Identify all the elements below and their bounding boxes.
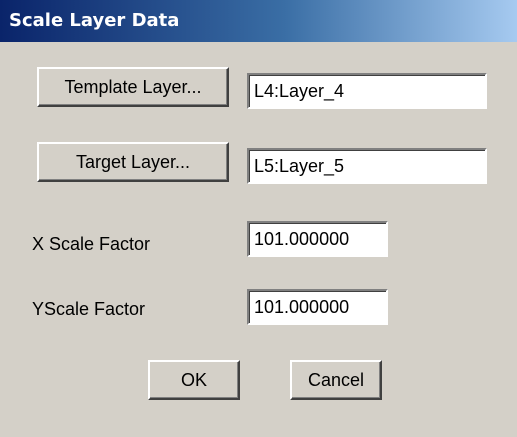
cancel-button[interactable]: Cancel: [290, 360, 382, 400]
template-layer-button[interactable]: Template Layer...: [37, 67, 229, 107]
target-layer-button[interactable]: Target Layer...: [37, 142, 229, 182]
target-layer-field[interactable]: [247, 148, 487, 184]
scale-layer-data-dialog: Scale Layer Data Template Layer... Targe…: [0, 0, 517, 437]
title-bar[interactable]: Scale Layer Data: [0, 0, 517, 42]
window-title: Scale Layer Data: [9, 10, 180, 31]
template-layer-field[interactable]: [247, 73, 487, 109]
y-scale-factor-field[interactable]: [247, 289, 388, 325]
x-scale-factor-field[interactable]: [247, 221, 388, 257]
ok-button[interactable]: OK: [148, 360, 240, 400]
y-scale-factor-label: YScale Factor: [32, 299, 146, 319]
x-scale-factor-label: X Scale Factor: [32, 234, 151, 254]
